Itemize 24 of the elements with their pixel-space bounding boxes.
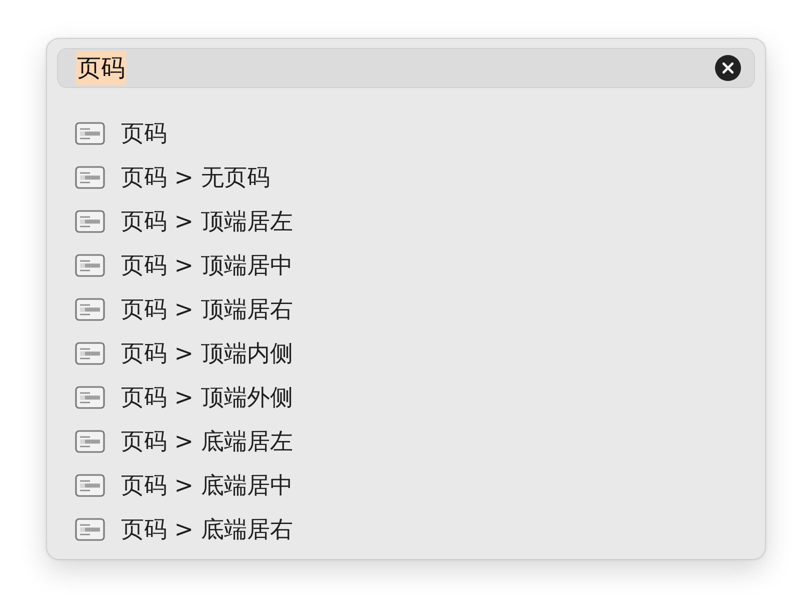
menu-item-icon [75, 430, 105, 452]
search-query: 页码 [76, 51, 126, 85]
menu-item-icon [75, 210, 105, 232]
result-item[interactable]: 页码 > 顶端居中 [57, 243, 755, 287]
clear-button[interactable] [715, 55, 741, 81]
menu-item-icon [75, 342, 105, 364]
result-item[interactable]: 页码 > 顶端外侧 [57, 375, 755, 419]
menu-item-icon [75, 122, 105, 144]
result-item[interactable]: 页码 > 顶端居左 [57, 199, 755, 243]
result-item[interactable]: 页码 > 底端居右 [57, 507, 755, 551]
result-item[interactable]: 页码 > 底端居左 [57, 419, 755, 463]
menu-item-icon [75, 254, 105, 276]
result-item[interactable]: 页码 > 顶端内侧 [57, 331, 755, 375]
menu-item-icon [75, 298, 105, 320]
result-item[interactable]: 页码 > 无页码 [57, 155, 755, 199]
search-field[interactable]: 页码 [57, 48, 755, 88]
result-item[interactable]: 页码 [57, 111, 755, 155]
menu-item-icon [75, 166, 105, 188]
result-item[interactable]: 页码 > 顶端居右 [57, 287, 755, 331]
menu-item-icon [75, 386, 105, 408]
menu-item-icon [75, 474, 105, 496]
clear-icon [715, 55, 741, 81]
menu-item-icon [75, 518, 105, 540]
result-item[interactable]: 页码 > 底端居中 [57, 463, 755, 507]
